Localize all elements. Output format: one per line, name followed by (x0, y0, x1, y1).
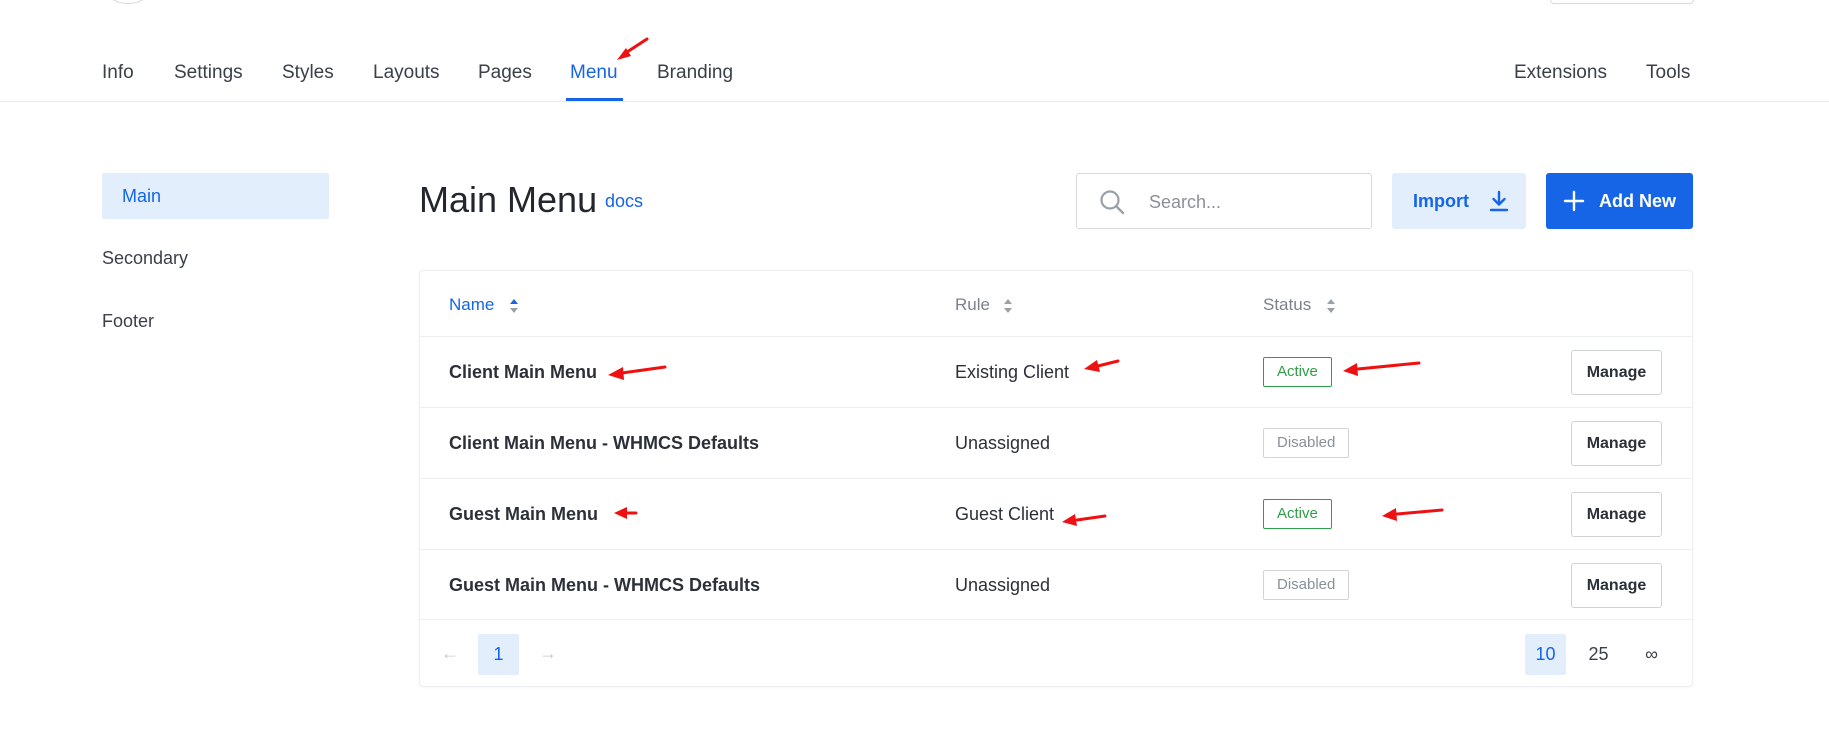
tab-info[interactable]: Info (102, 58, 134, 88)
import-button-label: Import (1413, 191, 1469, 211)
plus-icon (1563, 190, 1585, 212)
tab-extensions[interactable]: Extensions (1514, 58, 1607, 88)
menu-rule: Unassigned (955, 433, 1051, 453)
active-tab-indicator (566, 98, 623, 101)
download-icon (1489, 190, 1509, 212)
status-badge: Active (1263, 499, 1332, 529)
menu-name: Guest Main Menu - WHMCS Defaults (449, 575, 761, 595)
column-header-name-label: Name (449, 295, 495, 314)
page-title: Main Menu (419, 179, 598, 220)
tab-pages[interactable]: Pages (478, 58, 532, 88)
status-badge: Disabled (1263, 428, 1350, 458)
column-header-status-label: Status (1263, 295, 1312, 314)
tab-styles[interactable]: Styles (282, 58, 334, 88)
per-page-option-25[interactable]: 25 (1578, 634, 1619, 675)
menu-rule: Unassigned (955, 575, 1051, 595)
manage-button[interactable]: Manage (1571, 421, 1662, 466)
page-number[interactable]: 1 (478, 634, 519, 675)
menu-rule: Guest Client (955, 504, 1055, 524)
status-badge: Disabled (1263, 570, 1350, 600)
table-row: Client Main Menu Existing Client Active … (420, 336, 1692, 408)
next-page-icon[interactable]: → (539, 643, 557, 663)
column-header-name[interactable]: Name (449, 293, 518, 317)
sidebar-item-footer[interactable]: Footer (102, 298, 329, 344)
sidebar-item-secondary[interactable]: Secondary (102, 235, 329, 281)
import-button[interactable]: Import (1392, 173, 1526, 229)
sort-icon (1004, 299, 1012, 313)
per-page-option-all[interactable]: ∞ (1631, 634, 1672, 675)
menu-name: Guest Main Menu (449, 504, 599, 524)
column-header-status[interactable]: Status (1263, 293, 1335, 317)
manage-button[interactable]: Manage (1571, 563, 1662, 608)
pagination: ← 1 → 10 25 ∞ (420, 619, 1692, 688)
sidebar-item-main[interactable]: Main (102, 173, 329, 219)
per-page-option-10[interactable]: 10 (1525, 634, 1566, 675)
sort-icon (1327, 299, 1335, 313)
tab-settings[interactable]: Settings (174, 58, 243, 88)
tab-layouts[interactable]: Layouts (373, 58, 440, 88)
manage-button[interactable]: Manage (1571, 350, 1662, 395)
status-badge: Active (1263, 357, 1332, 387)
column-header-rule-label: Rule (955, 295, 990, 314)
menu-name: Client Main Menu (449, 362, 597, 382)
docs-link[interactable]: docs (605, 189, 643, 213)
tab-menu[interactable]: Menu (570, 58, 618, 88)
tab-tools[interactable]: Tools (1646, 58, 1690, 88)
menu-table: Name Rule Status Client Main Menu Existi… (419, 270, 1693, 687)
menu-name: Client Main Menu - WHMCS Defaults (449, 433, 759, 453)
table-row: Guest Main Menu Guest Client Active Mana… (420, 478, 1692, 550)
table-row: Client Main Menu - WHMCS Defaults Unassi… (420, 407, 1692, 479)
menu-rule: Existing Client (955, 362, 1070, 382)
top-nav: Info Settings Styles Layouts Pages Menu … (0, 0, 1829, 102)
manage-button[interactable]: Manage (1571, 492, 1662, 537)
add-new-button-label: Add New (1599, 191, 1677, 211)
search-icon (1100, 190, 1125, 215)
table-row: Guest Main Menu - WHMCS Defaults Unassig… (420, 549, 1692, 621)
tab-branding[interactable]: Branding (657, 58, 733, 88)
search-input[interactable] (1147, 188, 1361, 216)
sort-icon (510, 299, 518, 313)
prev-page-icon[interactable]: ← (441, 643, 459, 663)
column-header-rule[interactable]: Rule (955, 293, 1012, 317)
search-field[interactable] (1076, 173, 1372, 229)
add-new-button[interactable]: Add New (1546, 173, 1693, 229)
